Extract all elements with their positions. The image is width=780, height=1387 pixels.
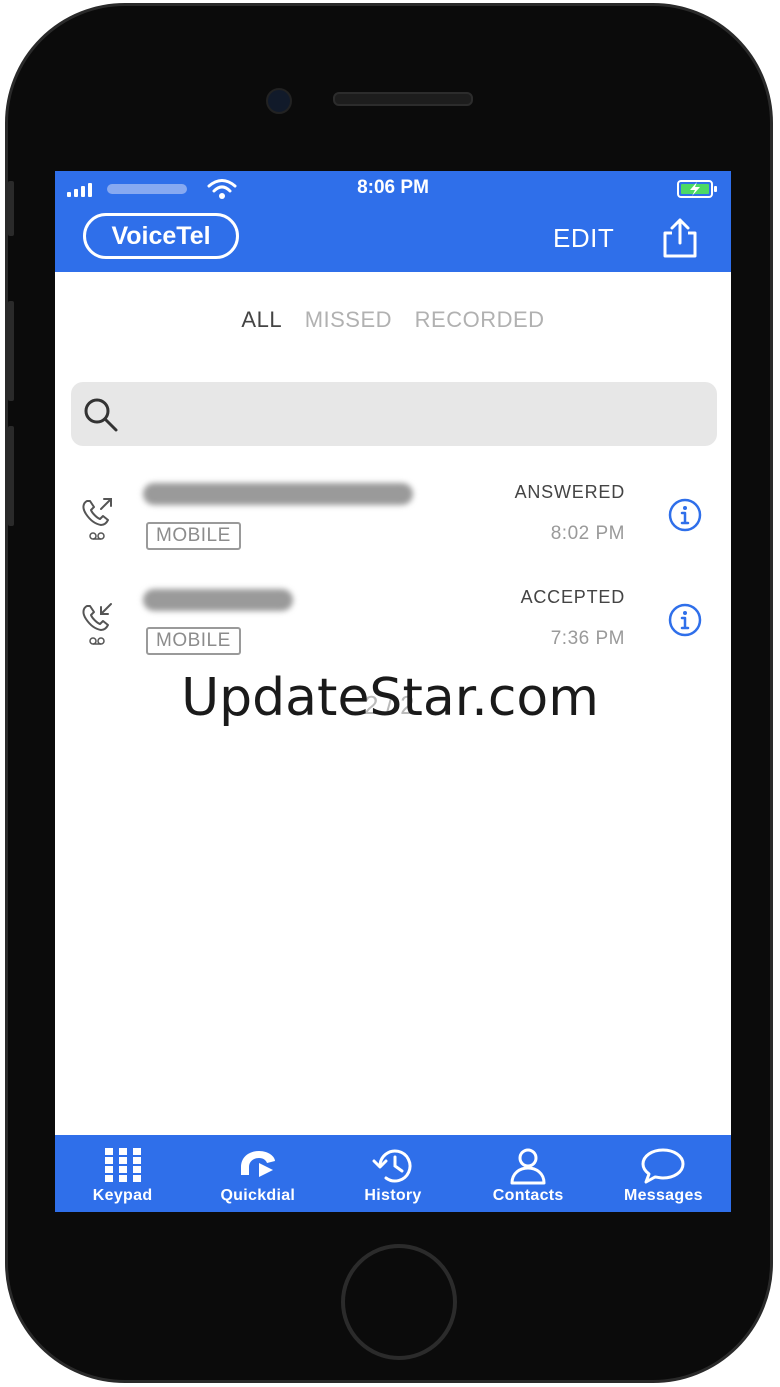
outgoing-call-icon bbox=[82, 498, 112, 540]
call-time: 8:02 PM bbox=[550, 523, 625, 544]
history-icon bbox=[372, 1149, 412, 1183]
tab-all[interactable]: ALL bbox=[241, 307, 282, 332]
share-icon[interactable] bbox=[659, 217, 701, 259]
nav-keypad[interactable]: Keypad bbox=[55, 1135, 190, 1212]
call-status: ANSWERED bbox=[514, 482, 625, 502]
volume-down-button bbox=[8, 426, 14, 526]
call-history-row[interactable]: MOBILE ACCEPTED 7:36 PM bbox=[55, 574, 731, 674]
call-time: 7:36 PM bbox=[550, 628, 625, 649]
incoming-call-icon bbox=[82, 603, 112, 645]
caller-name-redacted bbox=[143, 483, 413, 505]
mute-switch bbox=[8, 181, 14, 236]
earpiece-speaker bbox=[333, 92, 473, 106]
number-type-tag: MOBILE bbox=[146, 522, 241, 550]
status-time: 8:06 PM bbox=[357, 177, 429, 198]
nav-quickdial[interactable]: Quickdial bbox=[190, 1135, 325, 1212]
bottom-nav: Keypad Quickdial History Contacts Messag… bbox=[55, 1135, 731, 1212]
contacts-icon bbox=[510, 1148, 546, 1185]
home-button[interactable] bbox=[341, 1244, 457, 1360]
nav-contacts[interactable]: Contacts bbox=[461, 1135, 596, 1212]
call-status: ACCEPTED bbox=[520, 587, 625, 607]
battery-charging-icon bbox=[677, 180, 717, 198]
search-icon bbox=[84, 398, 118, 432]
volume-up-button bbox=[8, 301, 14, 401]
tab-recorded[interactable]: RECORDED bbox=[415, 307, 545, 332]
search-input[interactable] bbox=[133, 382, 707, 448]
nav-history[interactable]: History bbox=[325, 1135, 460, 1212]
call-history-row[interactable]: MOBILE ANSWERED 8:02 PM bbox=[55, 469, 731, 569]
front-camera bbox=[266, 88, 292, 114]
edit-button[interactable]: EDIT bbox=[553, 223, 614, 254]
nav-label: History bbox=[364, 1187, 422, 1204]
search-bar bbox=[71, 382, 717, 448]
nav-messages[interactable]: Messages bbox=[596, 1135, 731, 1212]
quickdial-icon bbox=[240, 1151, 275, 1177]
filter-tabs: ALL MISSED RECORDED bbox=[55, 307, 731, 333]
caller-name-redacted bbox=[143, 589, 293, 611]
nav-label: Keypad bbox=[92, 1187, 153, 1204]
nav-label: Quickdial bbox=[220, 1187, 296, 1204]
nav-label: Contacts bbox=[492, 1187, 564, 1204]
keypad-icon bbox=[104, 1148, 141, 1182]
nav-label: Messages bbox=[623, 1187, 703, 1204]
info-icon[interactable] bbox=[667, 602, 703, 638]
info-icon[interactable] bbox=[667, 497, 703, 533]
watermark: UpdateStar.com bbox=[181, 668, 599, 728]
app-header: 8:06 PM VoiceTel EDIT bbox=[55, 171, 731, 272]
tab-missed[interactable]: MISSED bbox=[305, 307, 392, 332]
voicetel-logo: VoiceTel bbox=[83, 213, 239, 259]
messages-icon bbox=[641, 1148, 685, 1184]
number-type-tag: MOBILE bbox=[146, 627, 241, 655]
